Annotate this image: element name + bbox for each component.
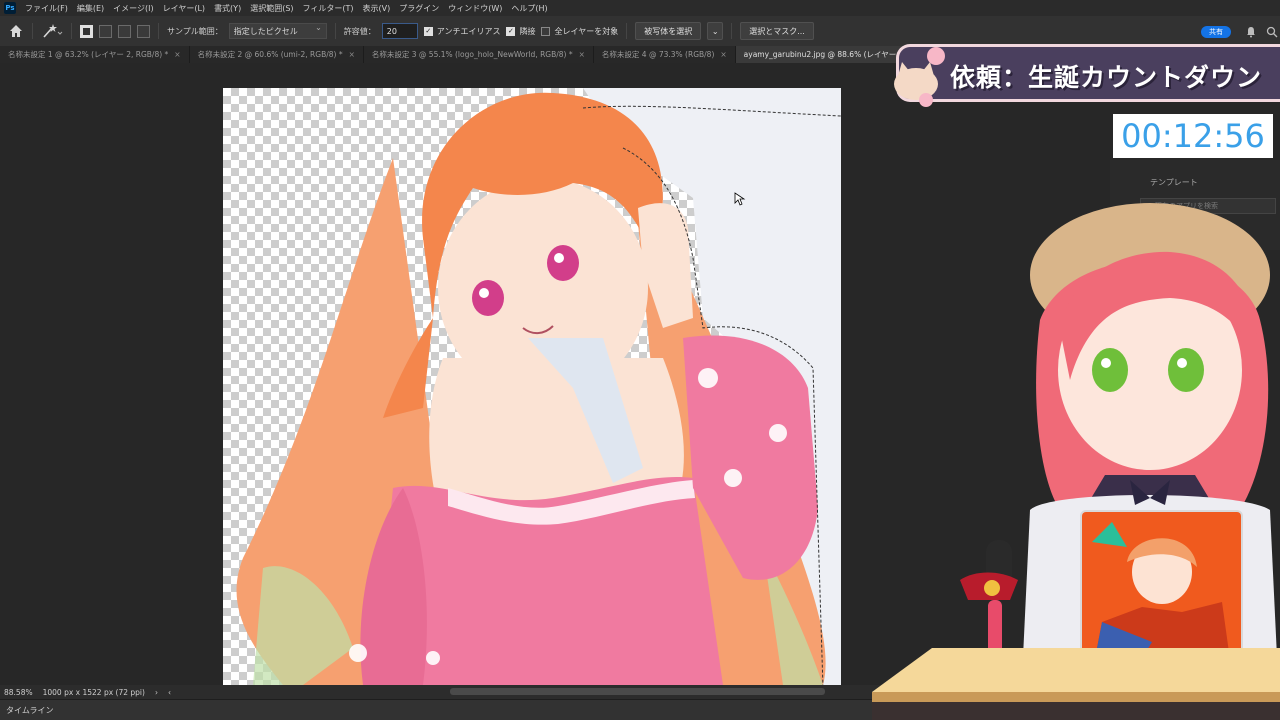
magic-wand-icon[interactable] <box>41 23 63 39</box>
all-layers-label: 全レイヤーを対象 <box>554 26 619 36</box>
close-icon[interactable]: × <box>349 50 355 59</box>
timeline-label[interactable]: タイムライン <box>6 705 53 716</box>
desk <box>872 648 1280 720</box>
stream-title: 依頼：生誕カウントダウン <box>950 63 1263 92</box>
divider <box>626 23 628 39</box>
divider <box>71 23 72 39</box>
menu-help[interactable]: ヘルプ(H) <box>511 3 547 14</box>
divider <box>731 23 733 39</box>
chevron-down-icon: ⌄ <box>711 26 719 36</box>
antialias-label: アンチエイリアス <box>436 26 501 36</box>
menu-select[interactable]: 選択範囲(S) <box>250 3 293 14</box>
select-and-mask-button[interactable]: 選択とマスク... <box>740 22 814 40</box>
select-subject-dropdown[interactable]: ⌄ <box>707 22 724 40</box>
illustration <box>236 88 841 685</box>
tab-label: 名称未設定 1 @ 63.2% (レイヤー 2, RGB/8) * <box>8 50 169 59</box>
document-tab[interactable]: 名称未設定 2 @ 60.6% (umi-2, RGB/8) * × <box>190 46 364 63</box>
menu-type[interactable]: 書式(Y) <box>214 3 241 14</box>
sample-size-label: サンプル範囲： <box>167 26 223 36</box>
bell-icon[interactable] <box>1245 26 1257 38</box>
photoshop-logo[interactable]: Ps <box>4 2 16 14</box>
share-button[interactable]: 共有 <box>1201 26 1231 38</box>
add-selection-button[interactable] <box>99 24 112 38</box>
menu-plugins[interactable]: プラグイン <box>399 3 439 14</box>
tab-label: 名称未設定 4 @ 73.3% (RGB/8) <box>601 50 715 59</box>
menu-window[interactable]: ウィンドウ(W) <box>448 3 502 14</box>
chevron-right-icon[interactable]: › <box>155 688 158 697</box>
document-tab[interactable]: 名称未設定 4 @ 73.3% (RGB/8) × <box>594 46 736 63</box>
all-layers-checkbox[interactable]: 全レイヤーを対象 <box>541 26 618 37</box>
contiguous-label: 隣接 <box>519 26 536 36</box>
antialias-checkbox[interactable]: ✓ アンチエイリアス <box>423 26 501 37</box>
stream-title-banner: 依頼：生誕カウントダウン <box>888 40 1280 110</box>
zoom-level[interactable]: 88.58% <box>4 688 33 697</box>
checkbox-empty-icon <box>541 26 551 36</box>
intersect-selection-button[interactable] <box>137 24 150 38</box>
checkmark-icon: ✓ <box>506 26 516 36</box>
close-icon[interactable]: × <box>579 50 585 59</box>
cursor-icon <box>734 192 746 206</box>
document-tab[interactable]: 名称未設定 3 @ 55.1% (logo_holo_NewWorld, RGB… <box>364 46 594 63</box>
tolerance-label: 許容値： <box>343 26 376 36</box>
cat-mascot-icon <box>894 47 945 107</box>
divider <box>334 23 336 39</box>
menu-image[interactable]: イメージ(I) <box>113 3 153 14</box>
search-icon[interactable] <box>1266 26 1278 38</box>
select-subject-button[interactable]: 被写体を選択 <box>635 22 702 40</box>
tolerance-input[interactable]: 20 <box>381 23 418 39</box>
checkmark-icon: ✓ <box>423 26 433 36</box>
close-icon[interactable]: × <box>174 50 180 59</box>
menu-edit[interactable]: 編集(E) <box>77 3 104 14</box>
subtract-selection-button[interactable] <box>118 24 131 38</box>
document-info: 1000 px x 1522 px (72 ppi) <box>42 687 145 697</box>
new-selection-button[interactable] <box>80 24 93 38</box>
horizontal-scrollbar[interactable] <box>450 688 825 695</box>
countdown-timer: 00:12:56 <box>1113 114 1273 158</box>
close-icon[interactable]: × <box>720 50 726 59</box>
document-canvas[interactable] <box>223 88 841 685</box>
divider <box>32 23 33 39</box>
divider <box>158 23 159 39</box>
menu-filter[interactable]: フィルター(T) <box>303 3 354 14</box>
tab-label: 名称未設定 3 @ 55.1% (logo_holo_NewWorld, RGB… <box>371 50 573 59</box>
document-tab[interactable]: 名称未設定 1 @ 63.2% (レイヤー 2, RGB/8) * × <box>0 46 190 63</box>
home-icon[interactable] <box>8 23 24 39</box>
menu-layer[interactable]: レイヤー(L) <box>163 3 205 14</box>
contiguous-checkbox[interactable]: ✓ 隣接 <box>506 26 535 37</box>
sample-size-select[interactable]: 指定したピクセル <box>228 23 327 39</box>
menu-view[interactable]: 表示(V) <box>363 3 391 14</box>
chevron-left-icon[interactable]: ‹ <box>168 688 171 697</box>
tab-label: 名称未設定 2 @ 60.6% (umi-2, RGB/8) * <box>197 50 343 59</box>
menu-bar: Ps ファイル(F) 編集(E) イメージ(I) レイヤー(L) 書式(Y) 選… <box>0 0 1280 16</box>
menu-file[interactable]: ファイル(F) <box>25 3 68 14</box>
